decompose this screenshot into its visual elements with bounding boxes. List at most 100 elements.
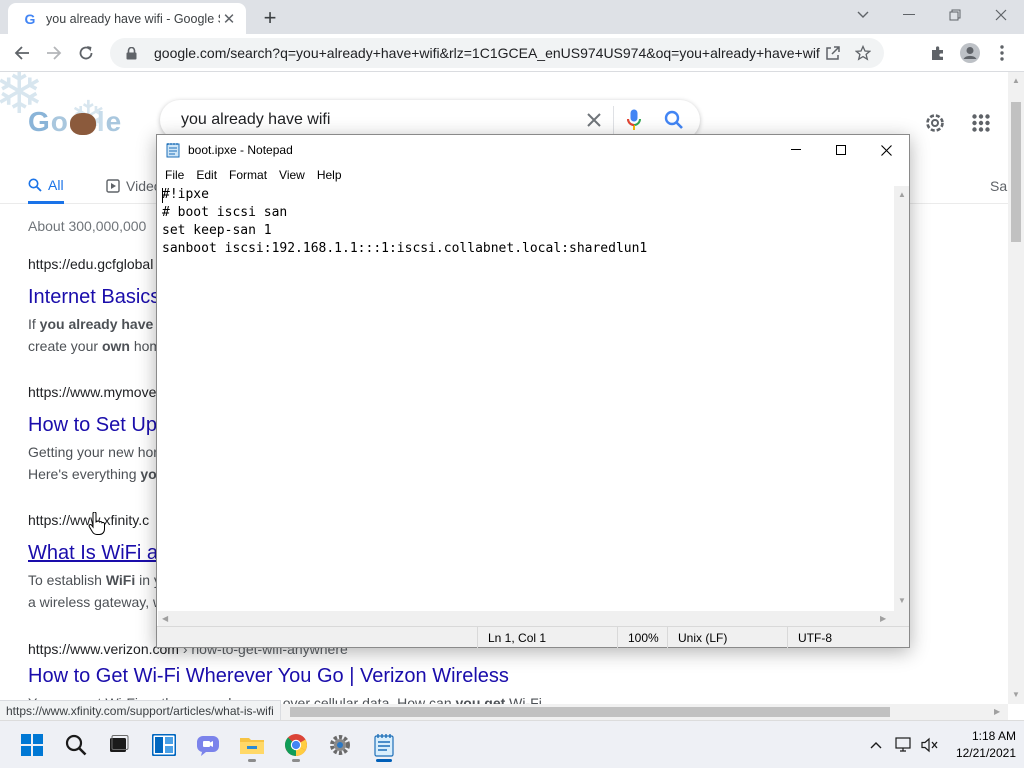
clear-search-icon[interactable] (574, 106, 614, 134)
scroll-up-arrow-icon[interactable]: ▲ (1012, 76, 1020, 85)
browser-tab-strip: G you already have wifi - Google Search … (0, 0, 1024, 34)
snippet-text: create your (28, 338, 102, 354)
taskbar-search-icon[interactable] (58, 727, 94, 763)
settings-gear-icon[interactable] (920, 108, 950, 138)
tab-search-icon[interactable] (840, 0, 886, 30)
network-icon[interactable] (894, 735, 914, 755)
result-title-link[interactable]: What Is WiFi ar (28, 542, 165, 565)
menu-view[interactable]: View (273, 165, 311, 185)
text-line: set keep-san 1 (162, 223, 272, 238)
close-window-button[interactable] (978, 0, 1024, 30)
menu-format[interactable]: Format (223, 165, 273, 185)
search-input[interactable]: you already have wifi (181, 111, 574, 129)
windows-taskbar: 1:18 AM 12/21/2021 (0, 720, 1024, 768)
address-bar[interactable]: google.com/search?q=you+already+have+wif… (110, 38, 884, 68)
result-stats: About 300,000,000 (28, 218, 147, 234)
page-vertical-scrollbar[interactable]: ▲ ▼ (1008, 72, 1024, 704)
restore-button[interactable] (932, 0, 978, 30)
notepad-title-bar[interactable]: boot.ipxe - Notepad (157, 135, 909, 165)
scroll-up-arrow-icon[interactable]: ▲ (898, 190, 906, 199)
line-ending: Unix (LF) (667, 627, 787, 648)
browser-tab[interactable]: G you already have wifi - Google Search … (8, 3, 246, 34)
close-tab-icon[interactable]: ✕ (220, 10, 238, 28)
logo-letter: l (96, 106, 106, 137)
result-title-link[interactable]: Internet Basics (28, 286, 165, 309)
result-title-link[interactable]: How to Set Up (28, 414, 165, 437)
scrollbar-thumb[interactable] (1011, 102, 1021, 242)
snippet-bold: you already have (39, 316, 154, 332)
snippet-text: To establish (28, 572, 106, 588)
result-url[interactable]: https://edu.gcfglobal (28, 256, 165, 272)
search-result: https://www.verizon.com › how-to-get-wif… (28, 641, 542, 704)
result-snippet: Getting your new hon Here's everything y… (28, 441, 165, 485)
file-explorer-icon[interactable] (234, 727, 270, 763)
forward-button[interactable] (40, 39, 68, 67)
google-doodle-logo[interactable]: Go le (28, 106, 122, 138)
encoding: UTF-8 (787, 627, 909, 648)
notepad-app-icon (166, 142, 182, 158)
bookmark-star-icon[interactable] (850, 40, 876, 66)
settings-app-gear-icon[interactable] (322, 727, 358, 763)
scroll-right-arrow-icon[interactable]: ▶ (994, 707, 1000, 716)
extensions-puzzle-icon[interactable] (924, 39, 952, 67)
more-menu-icon[interactable] (988, 39, 1016, 67)
text-line: #!ipxe (162, 187, 209, 202)
scroll-right-arrow-icon[interactable]: ▶ (880, 614, 886, 623)
profile-avatar-icon[interactable] (956, 39, 984, 67)
result-snippet: To establish WiFi in y a wireless gatewa… (28, 569, 165, 613)
clock-date: 12/21/2021 (955, 746, 1016, 760)
snippet-text: If (28, 316, 40, 332)
notepad-vertical-scrollbar[interactable]: ▲ ▼ (894, 186, 909, 611)
minimize-button[interactable] (886, 0, 932, 30)
new-tab-button[interactable]: + (258, 5, 282, 30)
notepad-horizontal-scrollbar[interactable]: ◀ ▶ (158, 611, 894, 626)
notepad-minimize-button[interactable] (773, 135, 819, 165)
result-title-link[interactable]: How to Get Wi-Fi Wherever You Go | Veriz… (28, 665, 542, 688)
notepad-taskbar-icon[interactable] (366, 727, 402, 763)
tab-title: you already have wifi - Google Search (46, 11, 220, 26)
menu-edit[interactable]: Edit (190, 165, 223, 185)
google-favicon-icon: G (24, 10, 36, 27)
logo-letter: e (105, 106, 123, 137)
result-url[interactable]: https://www.mymove (28, 384, 165, 400)
tab-safesearch[interactable]: Sa (990, 168, 1007, 204)
scroll-down-arrow-icon[interactable]: ▼ (898, 596, 906, 605)
start-button-windows-icon[interactable] (14, 727, 50, 763)
notepad-maximize-button[interactable] (818, 135, 864, 165)
snippet-bold: WiFi (105, 572, 136, 588)
lock-icon[interactable] (118, 40, 144, 66)
volume-muted-icon[interactable] (920, 735, 940, 755)
notepad-text-area[interactable]: #!ipxe # boot iscsi san set keep-san 1 s… (158, 186, 894, 611)
notepad-menu-bar: File Edit Format View Help (157, 165, 909, 185)
notepad-close-button[interactable] (863, 135, 909, 165)
scrollbar-thumb[interactable] (290, 707, 890, 717)
search-result: https://edu.gcfglobal Internet Basics If… (28, 256, 165, 357)
snippet-bold: you get (455, 695, 506, 704)
google-apps-grid-icon[interactable] (966, 108, 996, 138)
taskbar-clock[interactable]: 1:18 AM 12/21/2021 (946, 728, 1016, 762)
teams-chat-icon[interactable] (190, 727, 226, 763)
share-icon[interactable] (820, 40, 846, 66)
result-snippet: If you already have h create your own ho… (28, 313, 165, 357)
scroll-down-arrow-icon[interactable]: ▼ (1012, 690, 1020, 699)
widgets-icon[interactable] (146, 727, 182, 763)
menu-help[interactable]: Help (311, 165, 348, 185)
search-result: https://www.mymove How to Set Up Getting… (28, 384, 165, 485)
logo-letter: o (50, 106, 69, 137)
clock-time: 1:18 AM (971, 729, 1016, 743)
link-status-bubble: https://www.xfinity.com/support/articles… (0, 700, 281, 720)
notepad-window: boot.ipxe - Notepad File Edit Format Vie… (156, 134, 910, 648)
text-line: # boot iscsi san (162, 205, 288, 220)
video-icon (106, 179, 120, 193)
chrome-icon[interactable] (278, 727, 314, 763)
task-view-icon[interactable] (100, 727, 136, 763)
snippet-text: a wireless gateway, w (28, 594, 164, 610)
tab-all[interactable]: All (28, 168, 64, 204)
reload-button[interactable] (72, 39, 100, 67)
result-url-text: https://www.mymove (28, 384, 157, 400)
tray-overflow-chevron-icon[interactable] (866, 735, 886, 755)
menu-file[interactable]: File (159, 165, 190, 185)
notepad-status-bar: Ln 1, Col 1 100% Unix (LF) UTF-8 (157, 626, 909, 648)
back-button[interactable] (8, 39, 36, 67)
scroll-left-arrow-icon[interactable]: ◀ (162, 614, 168, 623)
